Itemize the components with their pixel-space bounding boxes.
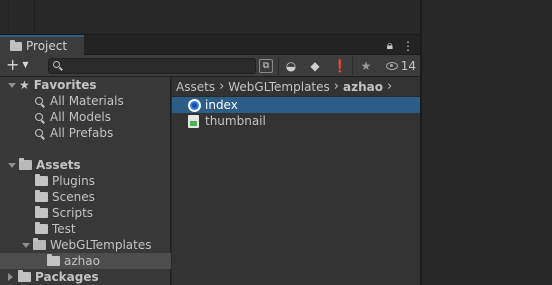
lock-icon[interactable]: 🔒︎ <box>387 38 393 53</box>
breadcrumb-item[interactable]: Assets <box>176 80 215 94</box>
folder-icon <box>35 190 48 202</box>
tree-item-label: All Materials <box>50 94 124 108</box>
html-file-icon <box>188 98 201 112</box>
search-icon <box>53 61 60 68</box>
foldout-arrow-icon[interactable] <box>22 241 30 249</box>
project-panel: Project 🔒︎ ⋮ + ▼ ⧉ ◒ ◆ ❗ ★ 14 ★ Favorite… <box>0 34 420 285</box>
chevron-down-icon: ▼ <box>22 60 29 69</box>
breadcrumb: Assets › WebGLTemplates › azhao › <box>172 77 420 97</box>
divider <box>34 0 35 34</box>
tree-item-label: Favorites <box>33 78 97 92</box>
folder-icon <box>47 254 60 266</box>
hidden-packages-toggle[interactable]: 14 <box>385 59 416 73</box>
search-icon <box>35 97 43 105</box>
search-icon <box>35 113 43 121</box>
folder-tree: ★ Favorites All Materials All Models All… <box>0 77 171 285</box>
tree-item-label: Scripts <box>52 206 94 220</box>
search-input[interactable] <box>48 58 256 74</box>
tree-item-label: WebGLTemplates <box>50 238 152 252</box>
foldout-arrow-icon[interactable] <box>8 81 16 89</box>
side-panel <box>420 0 552 285</box>
tab-bar: Project 🔒︎ ⋮ <box>0 35 420 55</box>
chevron-right-icon[interactable]: › <box>387 79 392 94</box>
folder-icon <box>35 206 48 218</box>
divider <box>278 57 279 75</box>
search-icon <box>35 129 43 137</box>
tree-item-label: Assets <box>36 158 81 172</box>
divider <box>8 0 9 34</box>
filter-by-type-icon[interactable]: ◒ <box>282 57 300 75</box>
tree-item-scenes[interactable]: Scenes <box>0 189 171 205</box>
folder-icon <box>35 222 48 234</box>
search-by-type-icon[interactable]: ⧉ <box>259 59 273 73</box>
star-icon[interactable]: ★ <box>357 57 375 75</box>
tree-item-label: Packages <box>35 270 99 284</box>
foldout-arrow-icon[interactable] <box>8 273 13 281</box>
tree-item-plugins[interactable]: Plugins <box>0 173 171 189</box>
tree-item-all-materials[interactable]: All Materials <box>0 93 171 109</box>
label-tag-icon[interactable]: ◆ <box>306 57 324 75</box>
chevron-right-icon: › <box>219 79 225 94</box>
star-icon: ★ <box>19 78 30 92</box>
foldout-arrow-icon[interactable] <box>8 161 16 169</box>
add-button[interactable]: + ▼ <box>6 57 29 73</box>
tree-item-label: azhao <box>64 254 100 268</box>
tree-item-assets[interactable]: Assets <box>0 157 171 173</box>
tree-item-label: All Models <box>50 110 111 124</box>
chevron-right-icon: › <box>333 79 339 94</box>
folder-icon <box>10 39 22 51</box>
tab-project[interactable]: Project <box>0 35 84 55</box>
tree-item-label: Scenes <box>52 190 95 204</box>
project-toolbar: + ▼ ⧉ ◒ ◆ ❗ ★ 14 <box>0 55 420 77</box>
image-file-icon <box>188 114 199 128</box>
warning-icon[interactable]: ❗ <box>331 57 349 75</box>
tree-item-webgltemplates[interactable]: WebGLTemplates <box>0 237 171 253</box>
more-menu-icon[interactable]: ⋮ <box>402 39 414 53</box>
tree-item-packages[interactable]: Packages <box>0 269 171 285</box>
tab-label: Project <box>26 39 68 53</box>
plus-icon: + <box>6 55 20 74</box>
folder-icon <box>18 270 31 282</box>
folder-open-icon <box>33 238 46 250</box>
divider <box>352 57 353 75</box>
file-label: index <box>205 98 238 112</box>
eye-icon <box>385 62 398 70</box>
list-item[interactable]: thumbnail <box>172 113 420 129</box>
list-item[interactable]: index <box>172 97 420 113</box>
tree-item-label: Plugins <box>52 174 95 188</box>
tree-item-test[interactable]: Test <box>0 221 171 237</box>
folder-content: Assets › WebGLTemplates › azhao › index … <box>172 77 420 285</box>
tree-item-scripts[interactable]: Scripts <box>0 205 171 221</box>
tree-item-label: Test <box>52 222 76 236</box>
tree-item-favorites[interactable]: ★ Favorites <box>0 77 171 93</box>
tree-item-label: All Prefabs <box>50 126 114 140</box>
breadcrumb-item[interactable]: azhao <box>343 80 383 94</box>
folder-icon <box>35 174 48 186</box>
breadcrumb-item[interactable]: WebGLTemplates <box>228 80 330 94</box>
tree-item-azhao[interactable]: azhao <box>0 253 171 269</box>
file-label: thumbnail <box>205 114 266 128</box>
hidden-count: 14 <box>400 59 416 73</box>
tree-item-all-prefabs[interactable]: All Prefabs <box>0 125 171 141</box>
top-window-area <box>0 0 420 34</box>
folder-open-icon <box>19 158 32 170</box>
tree-item-all-models[interactable]: All Models <box>0 109 171 125</box>
